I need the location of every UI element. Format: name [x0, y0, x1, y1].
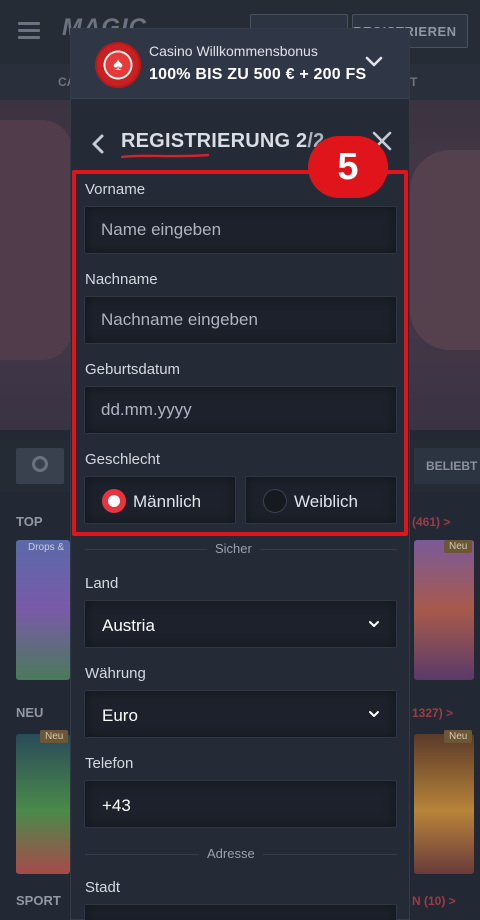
step-badge: 5	[308, 136, 388, 198]
highlight-frame	[72, 170, 408, 536]
section-count-new[interactable]: 1327) >	[412, 706, 453, 720]
city-field[interactable]	[84, 904, 397, 920]
country-select[interactable]: Austria	[84, 600, 397, 648]
phone-prefix: +43	[102, 796, 131, 815]
section-title-new: NEU	[16, 705, 44, 720]
hero-figure-left	[0, 120, 72, 360]
section-count-sport[interactable]: N (10) >	[412, 894, 456, 908]
page-title: REGISTRIERUNG 2/2	[121, 130, 324, 153]
phone-field[interactable]: +43	[84, 780, 397, 828]
bonus-subtitle: Casino Willkommensbonus	[149, 43, 318, 59]
search-icon	[32, 456, 48, 472]
chevron-down-icon[interactable]	[365, 55, 383, 69]
game-tile[interactable]	[16, 540, 70, 680]
page-title-text: REGISTRIERUNG 2	[121, 130, 308, 152]
game-tag-new: Neu	[444, 730, 473, 743]
divider-label-address: Adresse	[199, 846, 263, 861]
currency-label: Währung	[85, 665, 146, 682]
city-label: Stadt	[85, 879, 121, 896]
section-title-top: TOP	[16, 514, 43, 529]
title-underline	[121, 153, 209, 159]
hamburger-menu-icon[interactable]	[18, 22, 40, 40]
game-tag-new: Neu	[444, 540, 473, 553]
back-arrow-icon[interactable]	[89, 133, 109, 155]
currency-value: Euro	[102, 706, 138, 725]
bonus-headline: 100% BIS ZU 500 € + 200 FS	[149, 66, 367, 83]
currency-select[interactable]: Euro	[84, 690, 397, 738]
game-tile[interactable]	[16, 734, 70, 874]
section-title-sport: SPORT	[16, 893, 61, 908]
hero-figure	[410, 150, 480, 350]
game-tag-drops: Drops &	[28, 542, 65, 553]
spade-icon: ♠	[113, 54, 123, 74]
game-tile[interactable]	[414, 540, 474, 680]
section-count-top[interactable]: (461) >	[412, 515, 450, 529]
country-label: Land	[85, 575, 119, 592]
casino-chip-icon: ♠	[95, 42, 141, 88]
subnav-item-right[interactable]: T	[410, 75, 417, 89]
filter-popular[interactable]: BELIEBT	[414, 448, 480, 484]
phone-label: Telefon	[85, 755, 134, 772]
game-tile[interactable]	[414, 734, 474, 874]
welcome-bonus-banner[interactable]: ♠ Casino Willkommensbonus 100% BIS ZU 50…	[71, 29, 409, 99]
chevron-down-icon	[369, 711, 379, 717]
country-value: Austria	[102, 616, 155, 635]
divider-label-secure: Sicher	[207, 541, 260, 556]
chevron-down-icon	[369, 621, 379, 627]
game-tag-new: Neu	[40, 730, 69, 743]
